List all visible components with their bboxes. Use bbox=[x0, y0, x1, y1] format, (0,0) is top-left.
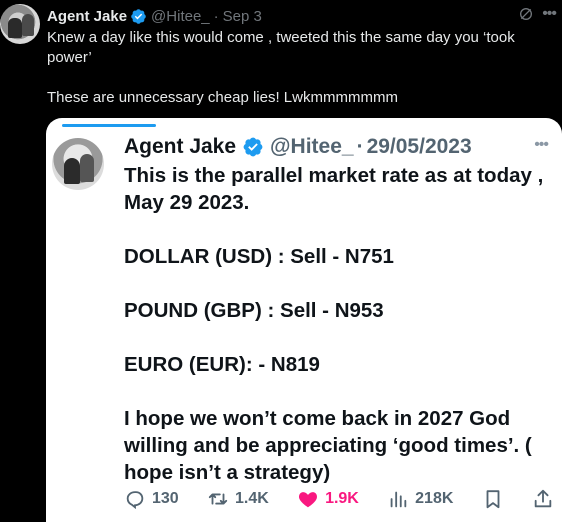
retweet-icon bbox=[208, 493, 228, 505]
author-avatar[interactable] bbox=[0, 4, 40, 44]
views-icon bbox=[390, 491, 407, 508]
quoted-paragraph: EURO (EUR): - N819 bbox=[124, 353, 320, 376]
quoted-date: 29/05/2023 bbox=[366, 135, 472, 158]
quoted-paragraph: I hope we won’t come back in 2027 God wi… bbox=[124, 407, 532, 484]
quoted-paragraph: DOLLAR (USD) : Sell - N751 bbox=[124, 245, 394, 268]
quoted-action-bar: 130 1.4K 1.9K 218K bbox=[124, 484, 554, 514]
retweet-action: 1.4K bbox=[207, 488, 269, 510]
reply-action: 130 bbox=[124, 488, 179, 510]
quoted-paragraph: This is the parallel market rate as at t… bbox=[124, 164, 544, 214]
tweet-date[interactable]: Sep 3 bbox=[223, 8, 262, 25]
tweet-text-line: These are unnecessary cheap lies! Lwkmmm… bbox=[47, 89, 398, 106]
like-action: 1.9K bbox=[297, 488, 359, 510]
author-handle[interactable]: @Hitee_ bbox=[151, 8, 210, 25]
grok-icon[interactable] bbox=[518, 6, 534, 22]
quoted-tweet-card[interactable]: Agent Jake @Hitee_ · 29/05/2023 ••• This… bbox=[46, 118, 562, 522]
quoted-text: This is the parallel market rate as at t… bbox=[124, 162, 554, 486]
more-icon[interactable]: ••• bbox=[542, 6, 557, 22]
verified-badge-icon bbox=[243, 137, 263, 157]
views-count: 218K bbox=[415, 490, 454, 507]
quoted-author-handle: @Hitee_ bbox=[270, 135, 354, 158]
tweet-text: Knew a day like this would come , tweete… bbox=[47, 28, 547, 108]
tweet-text-line: Knew a day like this would come , tweete… bbox=[47, 29, 515, 66]
tweet-top-actions: ••• bbox=[518, 6, 557, 22]
share-icon bbox=[534, 489, 552, 508]
share-action bbox=[532, 488, 554, 510]
quoted-meta-separator: · bbox=[356, 135, 364, 158]
retweet-count: 1.4K bbox=[234, 490, 269, 507]
author-name[interactable]: Agent Jake bbox=[47, 8, 127, 25]
quoted-author-avatar bbox=[52, 138, 104, 190]
bookmark-action bbox=[482, 488, 504, 510]
tweet-header: Agent Jake @Hitee_ · Sep 3 bbox=[47, 6, 262, 26]
tweet-page: Agent Jake @Hitee_ · Sep 3 ••• Knew a da… bbox=[0, 0, 562, 522]
views-action: 218K bbox=[387, 488, 453, 510]
bookmark-icon bbox=[486, 490, 500, 509]
reply-count: 130 bbox=[152, 490, 179, 507]
quote-top-accent bbox=[62, 124, 156, 127]
like-icon bbox=[299, 492, 318, 508]
more-icon: ••• bbox=[534, 136, 549, 153]
quoted-author-name: Agent Jake bbox=[124, 135, 237, 158]
reply-icon bbox=[126, 491, 144, 510]
verified-badge-icon bbox=[131, 8, 146, 24]
quoted-paragraph: POUND (GBP) : Sell - N953 bbox=[124, 299, 384, 322]
quoted-header: Agent Jake @Hitee_ · 29/05/2023 bbox=[124, 133, 472, 161]
like-count: 1.9K bbox=[325, 490, 359, 507]
meta-separator: · bbox=[213, 7, 219, 25]
